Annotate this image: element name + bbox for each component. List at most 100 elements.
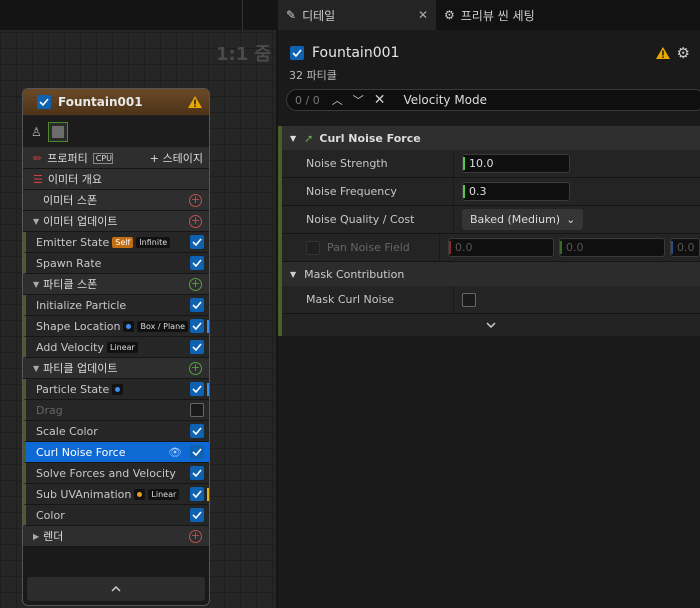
module-row[interactable]: Add Velocity Linear	[23, 337, 209, 358]
search-input[interactable]: Velocity Mode	[403, 93, 487, 107]
node-section[interactable]: ▶ 렌더 +	[23, 526, 209, 547]
module-enable-checkbox[interactable]	[190, 487, 204, 501]
details-header: Fountain001 ⚙	[290, 44, 690, 62]
pan-z-input[interactable]: 0.0	[670, 238, 700, 257]
node-row-overview[interactable]: ☰ 이미터 개요	[23, 169, 209, 190]
show-advanced-button[interactable]	[282, 314, 700, 336]
row-label: 파티클 업데이트	[43, 362, 118, 375]
module-enable-checkbox[interactable]	[190, 424, 204, 438]
node-row-spawn[interactable]: 이미터 스폰 +	[23, 190, 209, 211]
row-label: 이미터 스폰	[43, 194, 98, 207]
section-mask-contribution[interactable]: ▼ Mask Contribution	[282, 262, 700, 286]
add-stage-button[interactable]: + 스테이지	[150, 150, 203, 166]
panel-tabs: ✎ 디테일 ✕ ⚙ 프리뷰 씬 세팅	[278, 0, 700, 30]
module-enable-checkbox[interactable]	[190, 319, 204, 333]
add-module-icon[interactable]: +	[189, 277, 202, 291]
node-section[interactable]: ▼ 파티클 업데이트 +	[23, 358, 209, 379]
close-icon[interactable]: ✕	[374, 92, 386, 108]
module-row[interactable]: Drag	[23, 400, 209, 421]
module-enable-checkbox[interactable]	[190, 256, 204, 270]
module-row[interactable]: Emitter State Self Infinite	[23, 232, 209, 253]
row-label: 프로퍼티	[47, 152, 88, 165]
tab-details[interactable]: ✎ 디테일 ✕	[278, 0, 436, 30]
module-row[interactable]: Sub UVAnimation Linear	[23, 484, 209, 505]
add-module-icon[interactable]: +	[189, 214, 202, 228]
emitter-toolbar: ♙	[23, 116, 209, 148]
module-enable-checkbox[interactable]	[190, 298, 204, 312]
expand-arrow-icon: ▼	[33, 279, 40, 289]
module-enable-checkbox[interactable]	[190, 508, 204, 522]
prop-label: Noise Quality / Cost	[282, 206, 454, 233]
row-label: Solve Forces and Velocity	[36, 466, 176, 480]
emitter-node-header[interactable]: Fountain001	[23, 89, 209, 116]
noise-quality-dropdown[interactable]: Baked (Medium) ⌄	[462, 209, 584, 230]
module-row[interactable]: Spawn Rate	[23, 253, 209, 274]
module-enable-checkbox[interactable]	[190, 445, 204, 459]
parameter-icon	[112, 383, 124, 395]
pencil-icon: ✏	[33, 151, 43, 165]
module-row[interactable]: Shape Location Box / Plane	[23, 316, 209, 337]
noise-frequency-input[interactable]: 0.3	[462, 182, 570, 201]
module-row[interactable]: Solve Forces and Velocity	[23, 463, 209, 484]
status-bar	[207, 320, 209, 333]
prop-noise-quality: Noise Quality / Cost Baked (Medium) ⌄	[282, 206, 700, 234]
emitter-node-title: Fountain001	[58, 95, 143, 109]
warning-icon[interactable]	[655, 46, 671, 60]
row-label: 이미터 업데이트	[43, 215, 118, 228]
person-icon[interactable]: ♙	[31, 125, 42, 139]
expand-arrow-icon: ▼	[290, 133, 297, 143]
row-label: Scale Color	[36, 424, 98, 438]
module-row[interactable]: Initialize Particle	[23, 295, 209, 316]
warning-icon[interactable]	[187, 95, 203, 109]
pan-y-input[interactable]: 0.0	[559, 238, 665, 257]
pan-x-input[interactable]: 0.0	[448, 238, 554, 257]
expand-arrow-icon: ▼	[290, 269, 297, 279]
search-bar[interactable]: 0 / 0 ︿ ﹀ ✕ Velocity Mode	[286, 89, 700, 111]
module-icon: ➚	[304, 131, 314, 145]
mask-curl-noise-checkbox[interactable]	[462, 292, 476, 307]
gear-icon[interactable]: ⚙	[677, 44, 690, 62]
prop-mask-curl-noise: Mask Curl Noise	[282, 286, 700, 314]
module-row[interactable]: Scale Color	[23, 421, 209, 442]
cpu-badge: CPU	[92, 152, 113, 164]
module-row[interactable]: Color	[23, 505, 209, 526]
eye-icon[interactable]: 👁	[168, 446, 182, 459]
chevron-down-icon	[486, 322, 496, 328]
pan-noise-checkbox[interactable]	[306, 240, 320, 255]
add-module-icon[interactable]: +	[189, 361, 202, 375]
emitter-node[interactable]: Fountain001 ♙ ✏ 프로퍼티 CPU + 스테이지 ☰ 이미터 개요 이미터 스…	[22, 88, 210, 606]
emitter-thumbnail[interactable]	[47, 121, 68, 142]
details-enable-checkbox[interactable]	[290, 46, 304, 60]
node-section[interactable]: ▼ 이미터 업데이트 +	[23, 211, 209, 232]
module-enable-checkbox[interactable]	[190, 466, 204, 480]
module-enable-checkbox[interactable]	[190, 382, 204, 396]
section-title: Mask Contribution	[304, 267, 405, 281]
prop-label-pan: Pan Noise Field	[282, 234, 440, 261]
node-row-properties[interactable]: ✏ 프로퍼티 CPU + 스테이지	[23, 148, 209, 169]
add-module-icon[interactable]: +	[189, 193, 202, 207]
module-enable-checkbox[interactable]	[190, 235, 204, 249]
chevron-up-icon[interactable]: ︿	[332, 92, 343, 108]
divider	[242, 0, 243, 30]
node-graph-canvas[interactable]: 1:1 줌 Fountain001 ♙ ✏ 프로퍼티 CPU + 스테이지 ☰ 이미터 개…	[0, 0, 276, 608]
section-curl-noise-force[interactable]: ▼ ➚ Curl Noise Force	[282, 126, 700, 150]
emitter-enable-checkbox[interactable]	[37, 95, 51, 109]
module-tag: Self	[112, 236, 134, 248]
noise-strength-input[interactable]: 10.0	[462, 154, 570, 173]
collapse-node-button[interactable]	[27, 577, 205, 601]
section-title: Curl Noise Force	[319, 131, 421, 145]
module-row[interactable]: Curl Noise Force 👁	[23, 442, 209, 463]
module-row[interactable]: Particle State	[23, 379, 209, 400]
prop-label: Noise Frequency	[282, 178, 454, 205]
module-enable-checkbox[interactable]	[190, 403, 204, 417]
dropdown-value: Baked (Medium)	[470, 213, 561, 226]
row-label: Emitter State	[36, 235, 110, 249]
tab-preview-settings[interactable]: ⚙ 프리뷰 씬 세팅	[436, 0, 543, 30]
node-section[interactable]: ▼ 파티클 스폰 +	[23, 274, 209, 295]
add-module-icon[interactable]: +	[189, 529, 202, 543]
close-icon[interactable]: ✕	[418, 8, 428, 22]
chevron-down-icon: ⌄	[566, 213, 576, 226]
details-title: Fountain001	[312, 45, 400, 61]
chevron-down-icon[interactable]: ﹀	[353, 92, 364, 108]
module-enable-checkbox[interactable]	[190, 340, 204, 354]
